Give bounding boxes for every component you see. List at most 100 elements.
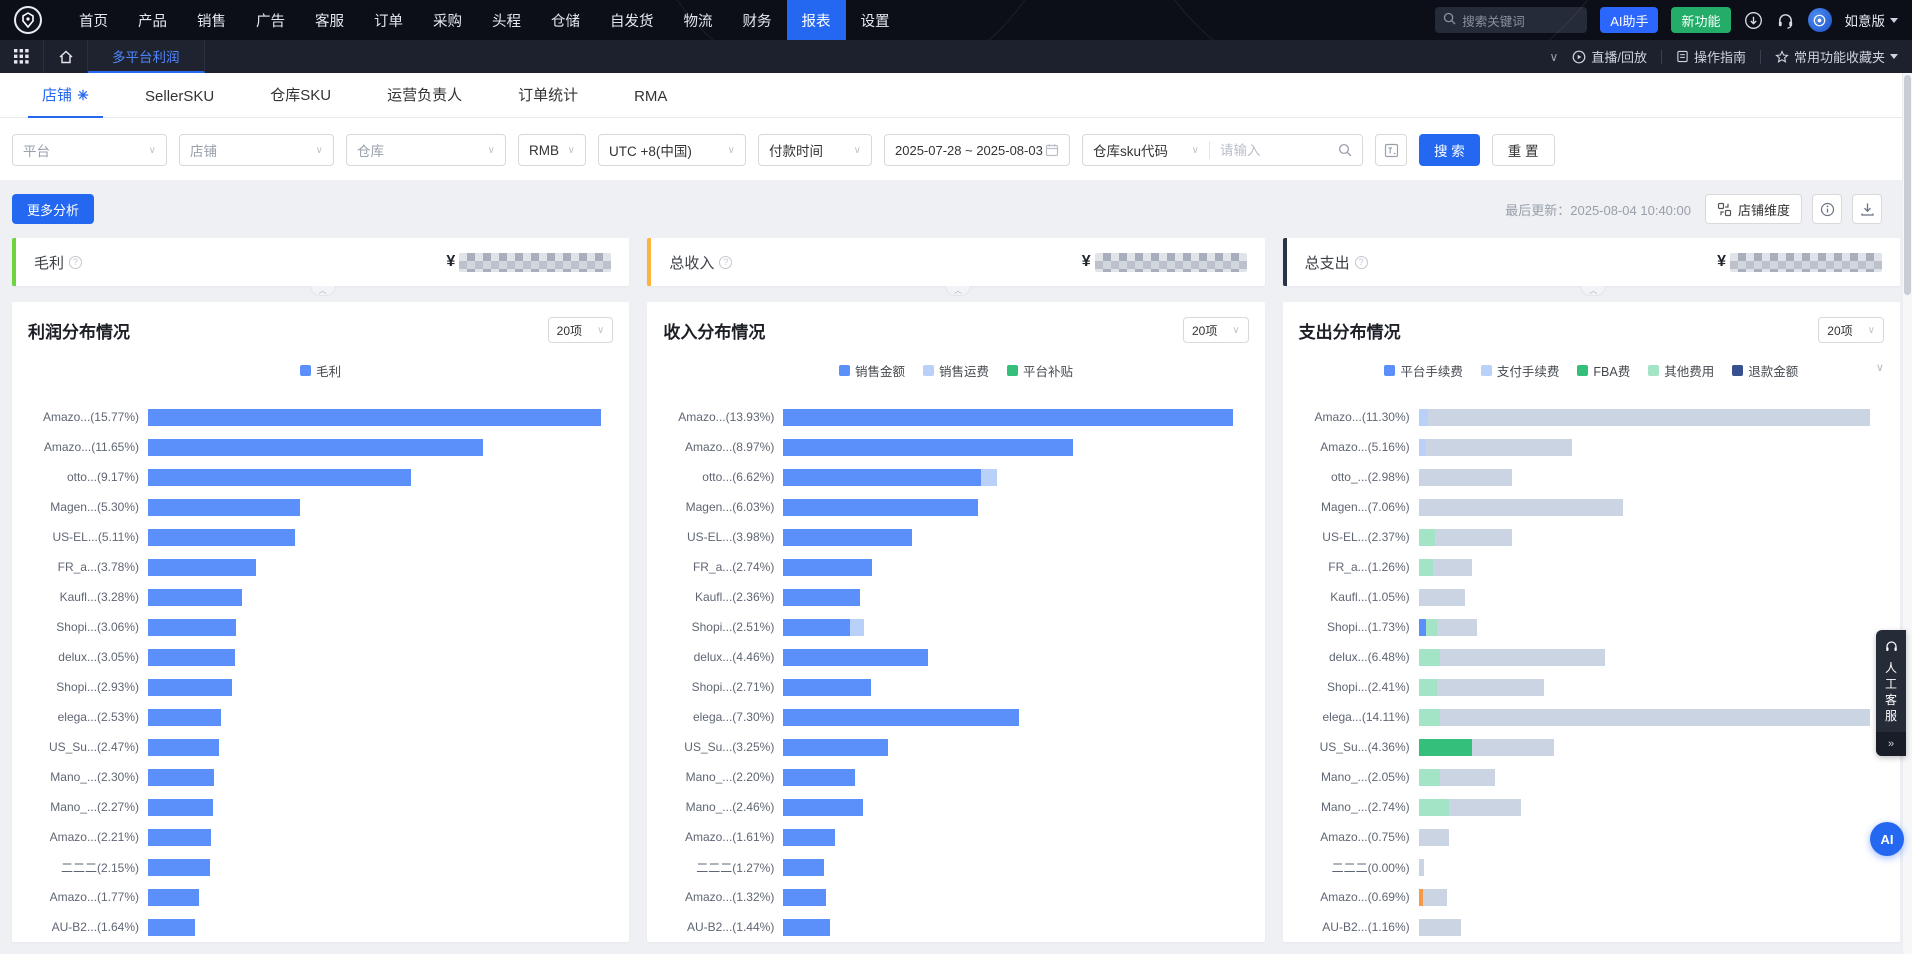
timezone-select[interactable]: UTC +8(中国)∨ bbox=[598, 134, 746, 166]
subtab[interactable]: SellerSKU bbox=[117, 88, 242, 117]
legend-item[interactable]: FBA费 bbox=[1577, 361, 1630, 380]
top-count-select[interactable]: 20项∨ bbox=[1183, 317, 1249, 343]
help-icon[interactable]: ? bbox=[719, 256, 732, 269]
bar-segment[interactable] bbox=[1419, 709, 1440, 726]
bar-segment[interactable] bbox=[783, 799, 863, 816]
bar-segment[interactable] bbox=[1449, 799, 1521, 816]
bar-segment[interactable] bbox=[1437, 679, 1544, 696]
collapse-handle[interactable]: ︿ bbox=[945, 286, 971, 296]
bar-segment[interactable] bbox=[148, 709, 221, 726]
subtab[interactable]: 店铺 bbox=[14, 84, 117, 117]
bar-segment[interactable] bbox=[148, 829, 211, 846]
nav-item[interactable]: 头程 bbox=[477, 0, 536, 40]
bar-segment[interactable] bbox=[148, 469, 411, 486]
bar-segment[interactable] bbox=[1437, 619, 1477, 636]
bar-segment[interactable] bbox=[783, 859, 824, 876]
page-tab-multi-platform-profit[interactable]: 多平台利润 bbox=[88, 40, 205, 73]
bar-segment[interactable] bbox=[1419, 679, 1438, 696]
collapse-handle[interactable]: ︿ bbox=[1580, 286, 1606, 296]
scrollbar-thumb[interactable] bbox=[1904, 75, 1911, 295]
dimension-switch-button[interactable]: 店铺维度 bbox=[1705, 194, 1802, 224]
bar-segment[interactable] bbox=[1419, 529, 1435, 546]
bar-segment[interactable] bbox=[783, 829, 835, 846]
bar-segment[interactable] bbox=[783, 679, 870, 696]
bar-segment[interactable] bbox=[148, 799, 213, 816]
store-select[interactable]: 店铺∨ bbox=[179, 134, 334, 166]
bar-segment[interactable] bbox=[148, 649, 235, 666]
info-icon[interactable] bbox=[1812, 194, 1842, 224]
bar-segment[interactable] bbox=[148, 499, 300, 516]
subtab[interactable]: 仓库SKU bbox=[242, 84, 359, 117]
bar-segment[interactable] bbox=[148, 619, 236, 636]
bar-segment[interactable] bbox=[1426, 619, 1438, 636]
live-replay-link[interactable]: 直播/回放 bbox=[1572, 47, 1647, 66]
bar-segment[interactable] bbox=[1440, 709, 1870, 726]
new-features-button[interactable]: 新功能 bbox=[1671, 7, 1730, 33]
ai-float-button[interactable]: AI bbox=[1870, 822, 1904, 856]
subtab[interactable]: RMA bbox=[606, 88, 695, 117]
time-dimension-select[interactable]: 付款时间∨ bbox=[758, 134, 872, 166]
bar-segment[interactable] bbox=[850, 619, 864, 636]
bar-segment[interactable] bbox=[1440, 649, 1605, 666]
bar-segment[interactable] bbox=[148, 439, 483, 456]
currency-select[interactable]: RMB∨ bbox=[518, 134, 586, 166]
sku-input[interactable] bbox=[1210, 143, 1338, 158]
bar-segment[interactable] bbox=[783, 769, 854, 786]
nav-item[interactable]: 设置 bbox=[846, 0, 905, 40]
bar-segment[interactable] bbox=[1426, 439, 1573, 456]
top-count-select[interactable]: 20项∨ bbox=[1818, 317, 1884, 343]
legend-item[interactable]: 退款金额 bbox=[1732, 361, 1798, 380]
search-input[interactable]: 搜索关键词 bbox=[1435, 7, 1587, 33]
bar-segment[interactable] bbox=[148, 589, 242, 606]
bar-segment[interactable] bbox=[148, 409, 601, 426]
export-download-icon[interactable] bbox=[1852, 194, 1882, 224]
bar-segment[interactable] bbox=[783, 709, 1019, 726]
nav-item[interactable]: 广告 bbox=[241, 0, 300, 40]
nav-item[interactable]: 自发货 bbox=[595, 0, 669, 40]
nav-item[interactable]: 物流 bbox=[669, 0, 728, 40]
legend-item[interactable]: 销售金额 bbox=[839, 361, 905, 380]
bar-segment[interactable] bbox=[1419, 919, 1461, 936]
bar-segment[interactable] bbox=[783, 559, 871, 576]
sku-type-select[interactable]: 仓库sku代码∨ bbox=[1083, 135, 1209, 165]
bar-segment[interactable] bbox=[783, 649, 927, 666]
nav-item[interactable]: 财务 bbox=[728, 0, 787, 40]
search-icon[interactable] bbox=[1338, 143, 1362, 157]
bar-segment[interactable] bbox=[783, 919, 830, 936]
collapse-handle[interactable]: ︿ bbox=[310, 286, 336, 296]
bar-segment[interactable] bbox=[783, 589, 859, 606]
bar-segment[interactable] bbox=[1423, 889, 1446, 906]
bar-segment[interactable] bbox=[1419, 589, 1466, 606]
help-icon[interactable]: ? bbox=[1355, 256, 1368, 269]
bar-segment[interactable] bbox=[148, 529, 295, 546]
subtab[interactable]: 订单统计 bbox=[490, 84, 606, 117]
legend-item[interactable]: 支付手续费 bbox=[1481, 361, 1560, 380]
nav-item[interactable]: 客服 bbox=[300, 0, 359, 40]
edition-menu[interactable]: 如意版 bbox=[1845, 10, 1899, 30]
bar-segment[interactable] bbox=[1419, 739, 1473, 756]
bar-segment[interactable] bbox=[1419, 769, 1440, 786]
bar-segment[interactable] bbox=[783, 499, 978, 516]
legend-item[interactable]: 平台手续费 bbox=[1384, 361, 1463, 380]
subtab[interactable]: 运营负责人 bbox=[359, 84, 490, 117]
legend-item[interactable]: 毛利 bbox=[300, 361, 341, 380]
bar-segment[interactable] bbox=[148, 769, 214, 786]
bar-segment[interactable] bbox=[783, 529, 911, 546]
bar-segment[interactable] bbox=[783, 469, 981, 486]
bar-segment[interactable] bbox=[981, 469, 997, 486]
customer-service-widget[interactable]: 人工客服 » bbox=[1876, 630, 1906, 756]
bar-segment[interactable] bbox=[148, 919, 195, 936]
logo-icon[interactable] bbox=[14, 6, 42, 34]
nav-item[interactable]: 报表 bbox=[787, 0, 846, 40]
bar-segment[interactable] bbox=[1419, 469, 1512, 486]
legend-item[interactable]: 平台补贴 bbox=[1007, 361, 1073, 380]
bar-segment[interactable] bbox=[783, 739, 888, 756]
nav-item[interactable]: 销售 bbox=[182, 0, 241, 40]
nav-item[interactable]: 采购 bbox=[418, 0, 477, 40]
bar-segment[interactable] bbox=[1472, 739, 1553, 756]
bar-segment[interactable] bbox=[1419, 649, 1440, 666]
tabs-collapse-chevron-icon[interactable]: ∨ bbox=[1550, 50, 1559, 64]
download-circle-icon[interactable] bbox=[1744, 11, 1763, 30]
bar-segment[interactable] bbox=[783, 619, 850, 636]
apps-grid-icon[interactable] bbox=[0, 40, 44, 73]
